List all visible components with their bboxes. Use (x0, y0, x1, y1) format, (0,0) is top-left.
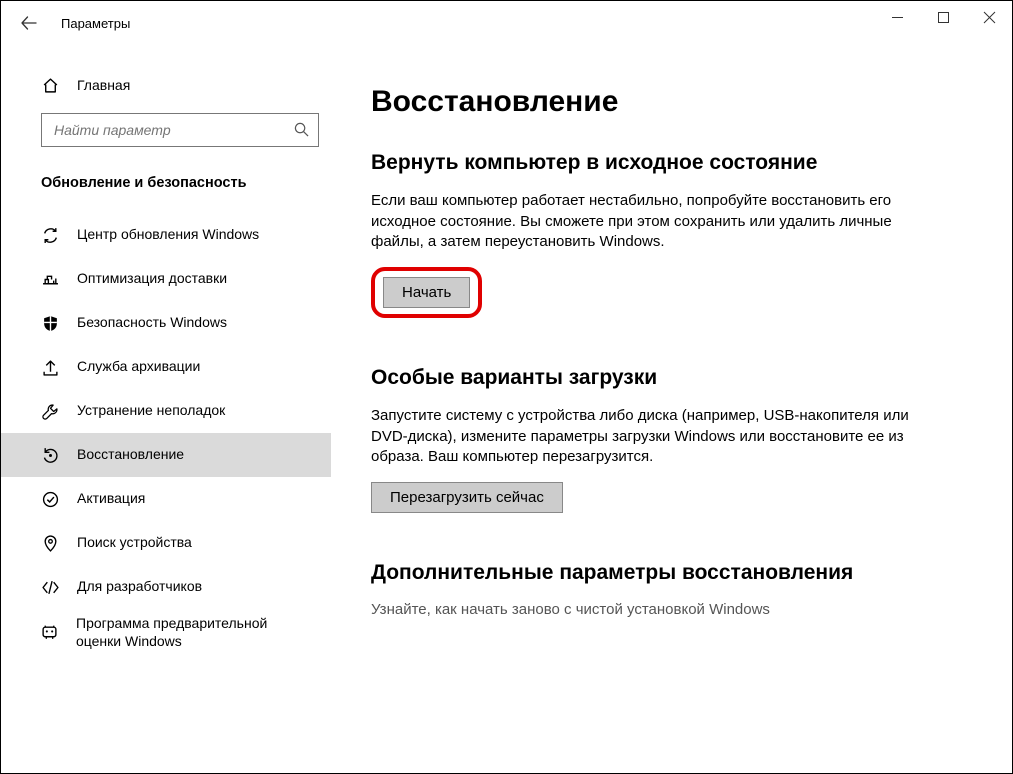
back-button[interactable] (19, 13, 39, 33)
nav-home[interactable]: Главная (1, 65, 331, 105)
section-heading: Дополнительные параметры восстановления (371, 561, 931, 585)
maximize-button[interactable] (920, 1, 966, 33)
window-controls (874, 1, 1012, 35)
nav-home-label: Главная (77, 77, 130, 93)
nav-item-backup[interactable]: Служба архивации (1, 345, 331, 389)
section-body: Если ваш компьютер работает нестабильно,… (371, 191, 931, 253)
nav-list: Центр обновления Windows Оптимизация дос… (1, 207, 331, 656)
fresh-start-link[interactable]: Узнайте, как начать заново с чистой уста… (371, 601, 931, 618)
nav-label: Оптимизация доставки (77, 270, 227, 288)
section-body: Запустите систему с устройства либо диск… (371, 406, 931, 468)
check-circle-icon (41, 490, 59, 508)
close-button[interactable] (966, 1, 1012, 33)
section-heading: Особые варианты загрузки (371, 366, 931, 390)
sidebar-section-title: Обновление и безопасность (1, 147, 331, 207)
search-icon (294, 122, 310, 138)
nav-label: Программа предварительной оценки Windows (76, 615, 307, 650)
recovery-icon (41, 446, 59, 464)
page-title: Восстановление (371, 85, 972, 119)
window-title: Параметры (61, 16, 130, 31)
title-bar: Параметры (1, 1, 1012, 45)
search-box[interactable] (41, 113, 319, 147)
sidebar: Главная Обновление и безопасность Центр … (1, 45, 331, 773)
nav-item-insider-program[interactable]: Программа предварительной оценки Windows (1, 609, 331, 656)
wrench-icon (41, 402, 59, 420)
home-icon (41, 76, 59, 94)
delivery-icon (41, 270, 59, 288)
shield-icon (41, 314, 59, 332)
nav-item-find-device[interactable]: Поиск устройства (1, 521, 331, 565)
section-heading: Вернуть компьютер в исходное состояние (371, 151, 931, 175)
main-content: Восстановление Вернуть компьютер в исход… (331, 45, 1012, 773)
highlight-annotation: Начать (371, 267, 482, 318)
reset-start-button[interactable]: Начать (383, 277, 470, 308)
nav-item-delivery-optimization[interactable]: Оптимизация доставки (1, 257, 331, 301)
code-icon (41, 578, 59, 596)
location-icon (41, 534, 59, 552)
minimize-button[interactable] (874, 1, 920, 33)
nav-label: Центр обновления Windows (77, 226, 259, 244)
nav-label: Устранение неполадок (77, 402, 225, 420)
nav-item-for-developers[interactable]: Для разработчиков (1, 565, 331, 609)
nav-label: Служба архивации (77, 358, 200, 376)
restart-now-button[interactable]: Перезагрузить сейчас (371, 482, 563, 513)
nav-item-windows-update[interactable]: Центр обновления Windows (1, 213, 331, 257)
sync-icon (41, 226, 59, 244)
nav-item-recovery[interactable]: Восстановление (1, 433, 331, 477)
search-input[interactable] (52, 121, 294, 139)
section-advanced-startup: Особые варианты загрузки Запустите систе… (371, 366, 931, 513)
section-reset: Вернуть компьютер в исходное состояние Е… (371, 151, 931, 318)
nav-label: Для разработчиков (77, 578, 202, 596)
nav-item-troubleshoot[interactable]: Устранение неполадок (1, 389, 331, 433)
nav-label: Безопасность Windows (77, 314, 227, 332)
section-more-recovery: Дополнительные параметры восстановления … (371, 561, 931, 618)
insider-icon (41, 624, 58, 642)
nav-label: Поиск устройства (77, 534, 192, 552)
nav-label: Активация (77, 490, 145, 508)
nav-label: Восстановление (77, 446, 184, 464)
nav-item-windows-security[interactable]: Безопасность Windows (1, 301, 331, 345)
backup-icon (41, 358, 59, 376)
nav-item-activation[interactable]: Активация (1, 477, 331, 521)
